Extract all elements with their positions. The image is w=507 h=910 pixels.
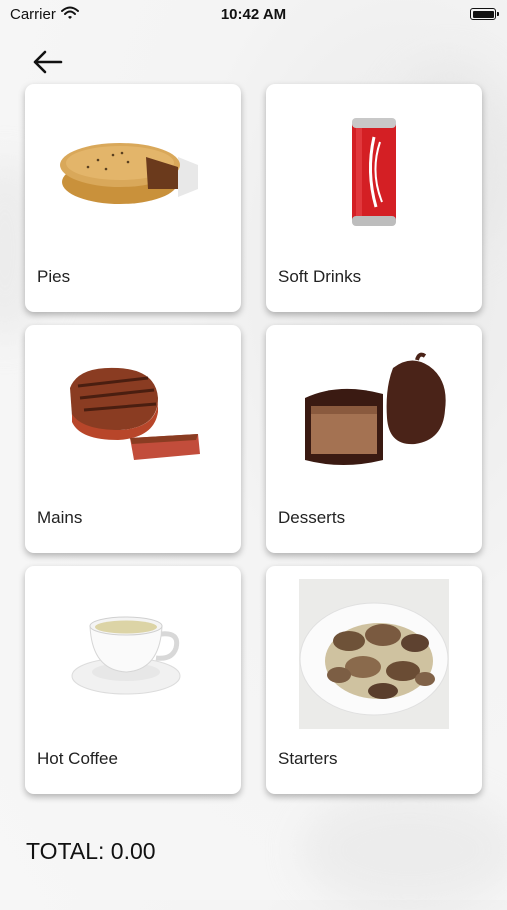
cola-can-image <box>266 92 482 252</box>
coffee-cup-image <box>25 574 241 734</box>
category-card-mains[interactable]: Mains <box>25 325 241 553</box>
category-label: Starters <box>278 749 338 768</box>
category-label: Desserts <box>278 508 346 527</box>
steak-image <box>25 333 241 493</box>
mushrooms-image <box>266 574 482 734</box>
category-card-soft-drinks[interactable]: Soft Drinks <box>266 84 482 312</box>
order-total: TOTAL: 0.00 <box>26 838 156 864</box>
category-card-starters[interactable]: Starters <box>266 566 482 794</box>
category-label: Mains <box>37 508 83 527</box>
pie-image <box>25 92 241 252</box>
category-card-desserts[interactable]: Desserts <box>266 325 482 553</box>
status-bar: Carrier 10:42 AM <box>0 0 507 28</box>
chocolate-dessert-image <box>266 333 482 493</box>
category-label: Pies <box>37 267 71 286</box>
back-button[interactable] <box>30 48 70 78</box>
category-label: Hot Coffee <box>37 749 118 768</box>
status-time: 10:42 AM <box>220 6 287 23</box>
category-card-hot-coffee[interactable]: Hot Coffee <box>25 566 241 794</box>
battery-icon <box>470 8 499 20</box>
background-texture <box>300 790 507 910</box>
category-card-pies[interactable]: Pies <box>25 84 241 312</box>
category-label: Soft Drinks <box>278 267 362 286</box>
back-arrow-icon <box>33 50 63 74</box>
